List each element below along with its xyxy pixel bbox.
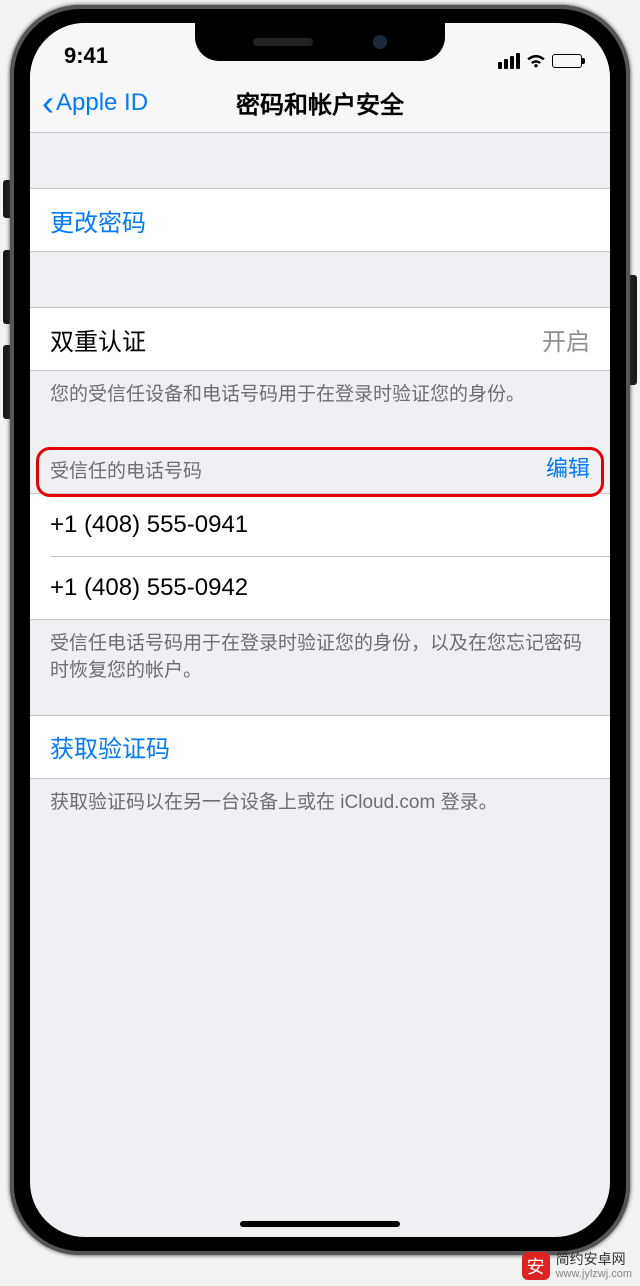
front-camera (373, 35, 387, 49)
get-verification-code-button[interactable]: 获取验证码 (30, 716, 610, 778)
two-factor-value: 开启 (542, 322, 590, 357)
edit-button[interactable]: 编辑 (546, 451, 590, 483)
trusted-numbers-footer: 受信任电话号码用于在登录时验证您的身份，以及在您忘记密码时恢复您的帐户。 (30, 620, 610, 697)
two-factor-group: 双重认证 开启 (30, 307, 610, 371)
content: 更改密码 双重认证 开启 您的受信任设备和电话号码用于在登录时验证您的身份。 受… (30, 133, 610, 828)
two-factor-footer: 您的受信任设备和电话号码用于在登录时验证您的身份。 (30, 371, 610, 421)
battery-icon (552, 54, 582, 68)
get-code-footer: 获取验证码以在另一台设备上或在 iCloud.com 登录。 (30, 779, 610, 829)
notch (195, 23, 445, 61)
speaker-slot (253, 38, 313, 46)
chevron-left-icon: ‹ (42, 85, 54, 121)
trusted-numbers-header: 受信任的电话号码 编辑 (30, 421, 610, 493)
two-factor-label: 双重认证 (50, 322, 146, 357)
two-factor-row[interactable]: 双重认证 开启 (30, 308, 610, 370)
change-password-label: 更改密码 (50, 203, 146, 238)
wifi-icon (526, 53, 546, 69)
trusted-number-row[interactable]: +1 (408) 555-0942 (30, 557, 610, 619)
home-indicator[interactable] (240, 1221, 400, 1227)
trusted-number-value: +1 (408) 555-0942 (50, 574, 248, 602)
status-time: 9:41 (64, 43, 108, 69)
back-button[interactable]: ‹ Apple ID (30, 85, 148, 121)
trusted-numbers-title: 受信任的电话号码 (50, 456, 202, 483)
trusted-number-row[interactable]: +1 (408) 555-0941 (30, 494, 610, 556)
get-code-label: 获取验证码 (50, 729, 170, 764)
watermark: 安 简约安卓网 www.jylzwj.com (522, 1252, 632, 1280)
watermark-url: www.jylzwj.com (556, 1268, 632, 1280)
screen: 9:41 ‹ Apple ID 密码和帐户安全 更改 (30, 23, 610, 1237)
trusted-number-value: +1 (408) 555-0941 (50, 511, 248, 539)
change-password-group: 更改密码 (30, 188, 610, 252)
change-password-button[interactable]: 更改密码 (30, 189, 610, 251)
cellular-signal-icon (498, 53, 520, 69)
back-label: Apple ID (56, 89, 148, 117)
nav-bar: ‹ Apple ID 密码和帐户安全 (30, 73, 610, 133)
watermark-name: 简约安卓网 (556, 1252, 632, 1267)
get-code-group: 获取验证码 (30, 715, 610, 779)
page-title: 密码和帐户安全 (236, 85, 404, 120)
phone-frame: 9:41 ‹ Apple ID 密码和帐户安全 更改 (10, 5, 630, 1255)
trusted-numbers-group: +1 (408) 555-0941 +1 (408) 555-0942 (30, 493, 610, 620)
watermark-icon: 安 (522, 1252, 550, 1280)
